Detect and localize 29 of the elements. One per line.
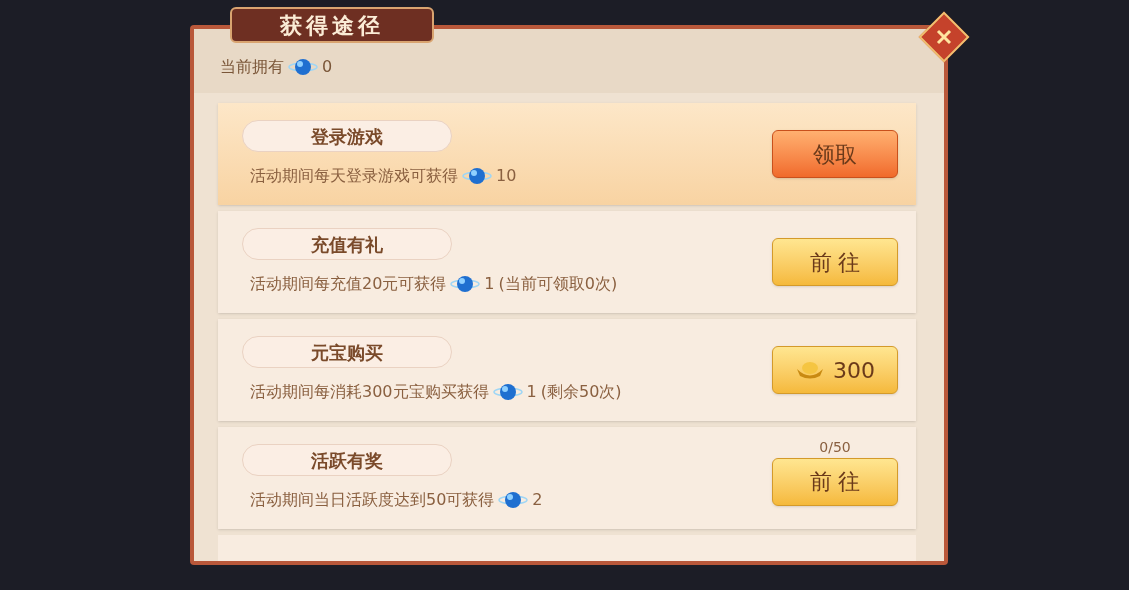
orb-icon (498, 489, 529, 511)
task-description: 活动期间当日活跃度达到50可获得 (250, 489, 495, 511)
owned-label: 当前拥有 (220, 56, 284, 78)
orb-icon (450, 273, 481, 295)
dialog-title: 获得途径 (280, 11, 384, 40)
reward-amount: 10 (496, 165, 517, 187)
task-title: 活跃有奖 (311, 448, 383, 473)
orb-icon (492, 381, 523, 403)
task-note: (剩余50次) (540, 381, 622, 403)
task-description: 活动期间每消耗300元宝购买获得 (250, 381, 489, 403)
ingot-icon (795, 360, 825, 380)
task-title: 登录游戏 (311, 124, 383, 149)
owned-count: 0 (322, 56, 333, 78)
task-title: 元宝购买 (311, 340, 383, 365)
reward-amount: 1 (484, 273, 495, 295)
go-button[interactable]: 前 往 (772, 457, 898, 506)
buy-button[interactable]: 300 (772, 346, 898, 394)
task-description: 活动期间每天登录游戏可获得 (250, 165, 458, 187)
task-description: 活动期间每充值20元可获得 (250, 273, 447, 295)
task-note: (当前可领取0次) (498, 273, 618, 295)
claim-button[interactable]: 领取 (772, 130, 898, 178)
reward-amount: 2 (532, 489, 543, 511)
go-button[interactable]: 前 往 (772, 238, 898, 286)
task-title: 充值有礼 (311, 232, 383, 257)
reward-amount: 1 (526, 381, 537, 403)
orb-icon (288, 56, 318, 78)
close-icon (935, 28, 953, 46)
orb-icon (462, 165, 492, 187)
progress-count: 0/50 (819, 437, 851, 457)
